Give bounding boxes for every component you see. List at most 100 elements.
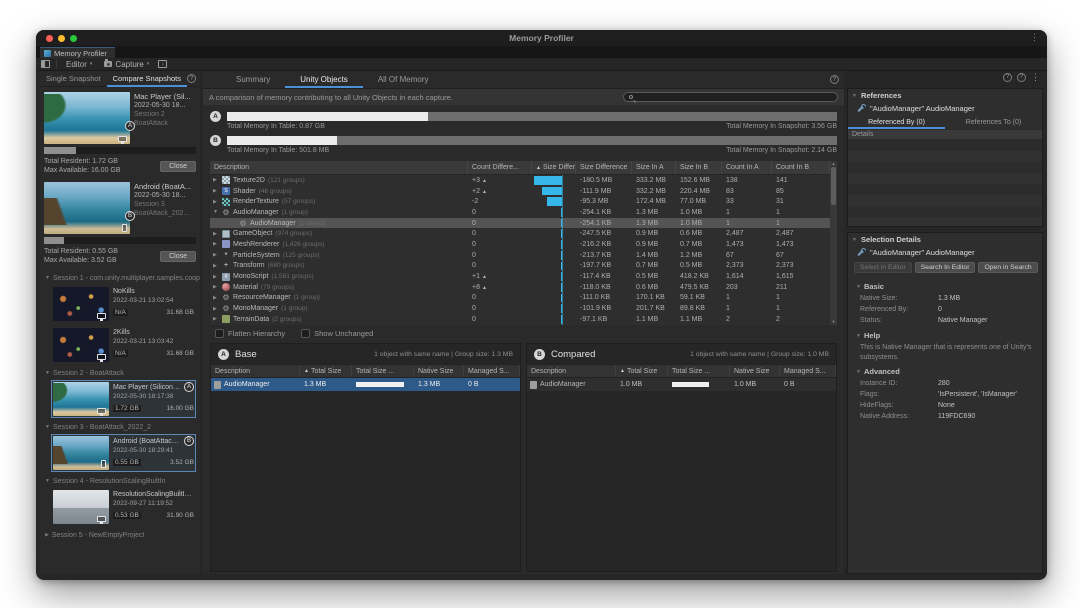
table-row[interactable]: ▶TerrainData(2 groups)0-97.1 KB1.1 MB1.1… <box>210 314 830 325</box>
column-total-size[interactable]: ▲Total Size <box>616 365 668 377</box>
editor-dropdown[interactable]: Editor ▾ <box>63 60 95 69</box>
column-count-in-b[interactable]: Count In B <box>772 161 830 174</box>
caret-right-icon[interactable]: ▶ <box>213 252 219 258</box>
compared-row-audiomanager[interactable]: AudioManager 1.0 MB 1.0 MB 0 B <box>527 378 836 391</box>
column-count-difference[interactable]: Count Differe... <box>468 161 532 174</box>
caret-right-icon[interactable]: ▶ <box>213 274 219 280</box>
memory-profiler-doc-tab[interactable]: Memory Profiler <box>40 47 115 58</box>
snapshot-list-item[interactable]: 2Kills2022-03-21 13:03:42N/A31.68 GB <box>51 326 196 364</box>
selection-details-header[interactable]: ▼ Selection Details <box>848 233 1042 246</box>
column-size-difference-bar[interactable]: ▲Size Differenc... <box>532 161 576 174</box>
column-description[interactable]: Description <box>210 161 468 174</box>
zoom-window-button[interactable] <box>70 35 77 42</box>
table-row[interactable]: ▶GameObject(974 groups)0-247.5 KB0.9 MB0… <box>210 228 830 239</box>
table-row[interactable]: ▶Texture2D(121 groups)+3▲-180.5 MB333.2 … <box>210 175 830 186</box>
column-total-size-bar[interactable]: Total Size ... <box>352 365 414 377</box>
tab-unity-objects[interactable]: Unity Objects <box>285 71 363 88</box>
snapshot-list-item[interactable]: Mac Player (Silicon) - ...A2022-05-30 18… <box>51 380 196 418</box>
help-icon[interactable] <box>187 74 196 83</box>
capture-dropdown[interactable]: Capture ▾ <box>101 60 152 69</box>
minimize-window-button[interactable] <box>58 35 65 42</box>
column-native-size[interactable]: Native Size <box>414 365 464 377</box>
search-field[interactable] <box>623 92 838 102</box>
table-row[interactable]: ▶RenderTexture(57 groups)-2-95.3 MB172.4… <box>210 196 830 207</box>
search-input[interactable] <box>637 94 817 101</box>
caret-right-icon[interactable]: ▶ <box>213 177 219 183</box>
table-row[interactable]: ▶MonoManager(1 group)0-101.9 KB201.7 KB8… <box>210 303 830 314</box>
session-header[interactable]: ▶Session 5 - NewEmptyProject <box>40 529 200 541</box>
caret-right-icon[interactable]: ▶ <box>213 188 219 194</box>
caret-right-icon[interactable]: ▶ <box>213 295 219 301</box>
panel-menu-icon[interactable]: ⋮ <box>1031 72 1040 83</box>
scrollbar-thumb[interactable] <box>831 167 836 205</box>
basic-section-header[interactable]: ▼ Basic <box>848 277 1042 293</box>
snapshot-list-item[interactable]: ResolutionScalingBuiltIn_...2022-09-27 1… <box>51 488 196 526</box>
tab-summary[interactable]: Summary <box>221 71 285 88</box>
close-snapshot-button[interactable]: Close <box>160 251 196 262</box>
import-snapshot-icon[interactable]: ↓ <box>158 60 167 68</box>
close-window-button[interactable] <box>46 35 53 42</box>
details-column-header[interactable]: Details <box>848 129 1042 140</box>
tab-referenced-by[interactable]: Referenced By (0) <box>848 115 945 129</box>
references-header[interactable]: ▼ References <box>848 89 1042 102</box>
table-scrollbar[interactable]: ▲ ▼ <box>830 161 837 325</box>
caret-right-icon[interactable]: ▶ <box>213 263 219 269</box>
search-in-editor-button[interactable]: Search In Editor <box>915 262 976 273</box>
caret-right-icon[interactable]: ▶ <box>213 241 219 247</box>
session-header[interactable]: ▼Session 3 - BoatAttack_2022_2 <box>40 421 200 433</box>
close-snapshot-button[interactable]: Close <box>160 161 196 172</box>
column-size-in-a[interactable]: Size In A <box>632 161 676 174</box>
scroll-down-icon[interactable]: ▼ <box>832 319 836 325</box>
column-description[interactable]: Description <box>527 365 616 377</box>
open-in-search-button[interactable]: Open in Search <box>978 262 1037 273</box>
caret-right-icon[interactable]: ▶ <box>213 306 219 312</box>
column-managed-size[interactable]: Managed S... <box>780 365 836 377</box>
table-row[interactable]: ▶Shader(46 groups)+2▲-111.9 MB332.2 MB22… <box>210 186 830 197</box>
column-size-in-b[interactable]: Size In B <box>676 161 722 174</box>
panel-toggle-icon[interactable] <box>41 60 50 68</box>
table-row[interactable]: ▶MonoScript(1,581 groups)+1▲-117.4 KB0.5… <box>210 271 830 282</box>
tab-compare-snapshots[interactable]: Compare Snapshots <box>107 71 187 87</box>
table-row[interactable]: ▶ParticleSystem(125 groups)0-213.7 KB1.4… <box>210 250 830 261</box>
tab-all-of-memory[interactable]: All Of Memory <box>363 71 444 88</box>
titlebar[interactable]: Memory Profiler ⋮ <box>36 30 1047 46</box>
info-icon[interactable] <box>1017 73 1026 82</box>
caret-right-icon[interactable]: ▶ <box>213 199 219 205</box>
help-icon[interactable] <box>1003 73 1012 82</box>
table-row[interactable]: ▼AudioManager(1 group)0-254.1 KB1.3 MB1.… <box>210 207 830 218</box>
show-unchanged-checkbox[interactable]: Show Unchanged <box>301 329 373 338</box>
snapshot-list-item[interactable]: Android (BoatAttack (...B2022-05-30 18:2… <box>51 434 196 472</box>
column-count-in-a[interactable]: Count In A <box>722 161 772 174</box>
column-size-difference[interactable]: Size Difference <box>576 161 632 174</box>
snapshot-list-item[interactable]: NoKills2022-03-21 13:02:54N/A31.68 GB <box>51 285 196 323</box>
caret-right-icon[interactable]: ▶ <box>213 231 219 237</box>
table-row[interactable]: ▶MeshRenderer(1,426 groups)0-216.2 KB0.9… <box>210 239 830 250</box>
session-header[interactable]: ▼Session 2 - BoatAttack <box>40 367 200 379</box>
window-menu-icon[interactable]: ⋮ <box>1030 32 1039 43</box>
column-total-size[interactable]: ▲Total Size <box>300 365 352 377</box>
help-section-header[interactable]: ▼ Help <box>848 326 1042 342</box>
tab-references-to[interactable]: References To (0) <box>945 115 1042 129</box>
open-snapshot-card-a[interactable]: A Mac Player (Sil... 2022-05-30 18... Se… <box>44 92 196 175</box>
references-empty-list[interactable] <box>848 140 1042 226</box>
column-native-size[interactable]: Native Size <box>730 365 780 377</box>
table-row[interactable]: ▶Transform(680 groups)0-197.7 KB0.7 MB0.… <box>210 261 830 272</box>
flatten-hierarchy-checkbox[interactable]: Flatten Hierarchy <box>215 329 285 338</box>
help-icon[interactable] <box>830 75 839 84</box>
session-header[interactable]: ▼Session 1 - com.unity.multiplayer.sampl… <box>40 272 200 284</box>
column-managed-size[interactable]: Managed S... <box>464 365 520 377</box>
tab-single-snapshot[interactable]: Single Snapshot <box>40 71 107 87</box>
caret-down-icon[interactable]: ▼ <box>213 209 219 215</box>
table-row[interactable]: AudioManager(1 object)0-254.1 KB1.3 MB1.… <box>210 218 830 229</box>
column-description[interactable]: Description <box>211 365 300 377</box>
caret-right-icon[interactable]: ▶ <box>213 284 219 290</box>
table-row[interactable]: ▶Material(79 groups)+8▲-118.0 KB0.6 MB47… <box>210 282 830 293</box>
column-total-size-bar[interactable]: Total Size ... <box>668 365 730 377</box>
advanced-section-header[interactable]: ▼ Advanced <box>848 362 1042 378</box>
open-snapshot-card-b[interactable]: B Android (BoatA... 2022-05-30 18... Ses… <box>44 182 196 265</box>
session-header[interactable]: ▼Session 4 - ResolutionScalingBuiltIn <box>40 475 200 487</box>
snapshots-scroll-area[interactable]: A Mac Player (Sil... 2022-05-30 18... Se… <box>40 87 200 574</box>
base-row-audiomanager[interactable]: AudioManager 1.3 MB 1.3 MB 0 B <box>211 378 520 391</box>
caret-right-icon[interactable]: ▶ <box>213 316 219 322</box>
table-row[interactable]: ▶ResourceManager(1 group)0-111.0 KB170.1… <box>210 293 830 304</box>
